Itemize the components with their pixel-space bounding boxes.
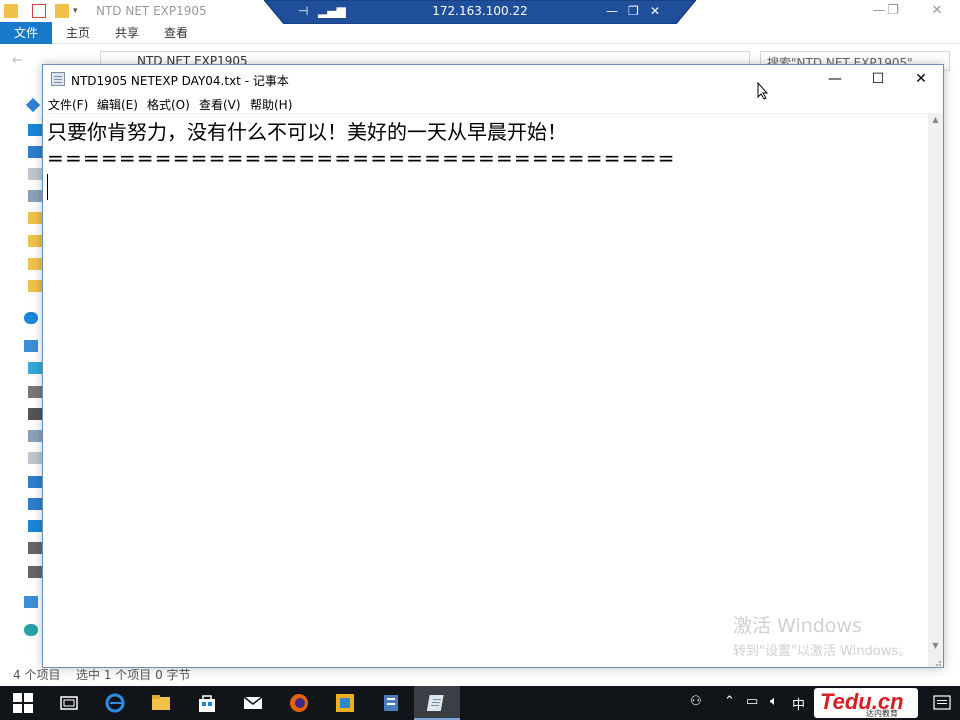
edge-browser-button[interactable]: [92, 686, 138, 720]
videos-icon[interactable]: [28, 386, 42, 398]
rdp-close-icon[interactable]: ✕: [650, 4, 660, 18]
new-folder-icon[interactable]: [55, 4, 69, 18]
watermark-line-1: 激活 Windows: [733, 615, 862, 637]
menu-format[interactable]: 格式(O): [147, 96, 190, 113]
network-icon[interactable]: ▭: [746, 694, 758, 709]
documents-icon[interactable]: [28, 452, 42, 464]
this-pc-icon[interactable]: [24, 340, 38, 352]
mail-icon: [243, 696, 263, 709]
menu-view[interactable]: 查看(V): [199, 96, 241, 113]
quick-access-star-icon[interactable]: [25, 97, 41, 113]
text-line-1: 只要你肯努力，没有什么不可以！美好的一天从早晨开始！: [47, 120, 567, 144]
mouse-pointer-icon: [757, 82, 769, 100]
onedrive-icon[interactable]: [24, 312, 38, 324]
notepad-taskbar-button[interactable]: [414, 686, 460, 720]
input-method-indicator[interactable]: 中: [792, 694, 805, 713]
folder-icon[interactable]: [28, 212, 42, 224]
ribbon-home-tab[interactable]: 主页: [66, 22, 90, 44]
notepad-titlebar[interactable]: NTD1905 NETEXP DAY04.txt - 记事本 — ☐ ✕: [43, 65, 943, 93]
explorer-ribbon: 文件 主页 共享 查看: [0, 22, 960, 44]
explorer-restore-button[interactable]: ❐: [876, 0, 910, 22]
downloads-icon[interactable]: [28, 476, 42, 488]
remote-desktop-bar[interactable]: ⊣ ▂▄▆ 172.163.100.22 — ❐ ✕: [264, 0, 696, 24]
notepad-window: NTD1905 NETEXP DAY04.txt - 记事本 — ☐ ✕ 文件(…: [42, 64, 944, 668]
menu-help[interactable]: 帮助(H): [250, 96, 292, 113]
activation-watermark: 激活 Windows 转到"设置"以激活 Windows。: [733, 611, 911, 659]
local-disk-icon[interactable]: [28, 542, 42, 554]
folder-icon: [152, 695, 170, 710]
windows-logo-icon: [13, 693, 33, 713]
edge-icon: [105, 693, 125, 713]
firefox-icon: [290, 694, 308, 712]
resize-grip-shape: [936, 661, 941, 666]
network-drive-icon[interactable]: [24, 596, 38, 608]
rdp-minimize-icon[interactable]: —: [606, 4, 618, 18]
3d-objects-icon[interactable]: [28, 362, 42, 374]
notepad-icon: [427, 695, 444, 711]
folder-icon[interactable]: [28, 235, 42, 247]
ribbon-share-tab[interactable]: 共享: [115, 22, 139, 44]
back-arrow-icon[interactable]: ←: [12, 53, 23, 68]
disk-drive-icon[interactable]: [28, 566, 42, 578]
minimize-button[interactable]: —: [813, 65, 857, 93]
scroll-up-arrow-icon[interactable]: ▲: [928, 113, 943, 127]
notepad-menubar: 文件(F) 编辑(E) 格式(O) 查看(V) 帮助(H): [43, 93, 943, 113]
close-button[interactable]: ✕: [899, 65, 943, 93]
scroll-down-arrow-icon[interactable]: ▼: [928, 639, 943, 653]
watermark-line-2: 转到"设置"以激活 Windows。: [733, 644, 912, 659]
properties-icon[interactable]: [32, 4, 46, 18]
remote-app-button[interactable]: [368, 686, 414, 720]
app-button[interactable]: [322, 686, 368, 720]
start-button[interactable]: [0, 686, 46, 720]
downloads-icon[interactable]: [28, 146, 42, 158]
desktop-icon[interactable]: [28, 520, 42, 532]
store-bag-icon: [199, 695, 215, 712]
text-line-2: ===================================: [47, 146, 676, 170]
music-icon[interactable]: [28, 498, 42, 510]
network-icon[interactable]: [24, 624, 38, 636]
folder-icon[interactable]: [28, 258, 42, 270]
selection-info: 选中 1 个项目 0 字节: [76, 668, 191, 682]
maximize-button[interactable]: ☐: [856, 65, 900, 93]
documents-icon[interactable]: [28, 430, 42, 442]
desktop-icon[interactable]: [28, 124, 42, 136]
text-editor-area[interactable]: 只要你肯努力，没有什么不可以！美好的一天从早晨开始！ =============…: [44, 113, 928, 667]
text-caret: [47, 174, 48, 200]
explorer-title: NTD NET EXP1905: [96, 4, 207, 18]
brand-subtitle: 达内教育: [866, 709, 898, 718]
item-count: 4 个项目: [13, 668, 61, 682]
navigation-pane: [0, 90, 44, 670]
notepad-app-icon[interactable]: [51, 72, 65, 86]
mail-button[interactable]: [230, 686, 276, 720]
menu-file[interactable]: 文件(F): [48, 96, 88, 113]
rdp-restore-icon[interactable]: ❐: [628, 4, 639, 18]
pictures-icon[interactable]: [28, 190, 42, 202]
task-view-icon: [60, 696, 78, 710]
volume-icon[interactable]: 🔈︎: [770, 694, 778, 709]
app-icon: [336, 694, 354, 712]
remote-tools-icon: [384, 695, 398, 711]
notification-button[interactable]: [922, 686, 960, 720]
folder-icon[interactable]: [28, 280, 42, 292]
quick-access-dropdown-icon[interactable]: ▾: [73, 6, 83, 16]
show-hidden-icons-icon[interactable]: ⌃: [724, 694, 735, 709]
ribbon-file-tab[interactable]: 文件: [0, 22, 52, 44]
task-view-button[interactable]: [46, 686, 92, 720]
action-center-icon: [933, 695, 951, 710]
ribbon-view-tab[interactable]: 查看: [164, 22, 188, 44]
documents-icon[interactable]: [28, 168, 42, 180]
tedu-brand-logo: Tedu.cn 达内教育: [814, 688, 918, 718]
people-icon[interactable]: ⚇: [690, 694, 702, 709]
resize-grip-icon[interactable]: [928, 653, 943, 667]
pictures-icon[interactable]: [28, 408, 42, 420]
firefox-button[interactable]: [276, 686, 322, 720]
explorer-close-button[interactable]: ✕: [920, 0, 954, 22]
folder-icon: [4, 4, 18, 18]
vertical-scrollbar[interactable]: ▲ ▼: [928, 113, 943, 667]
menu-edit[interactable]: 编辑(E): [97, 96, 138, 113]
store-button[interactable]: [184, 686, 230, 720]
notepad-title: NTD1905 NETEXP DAY04.txt - 记事本: [71, 74, 289, 88]
file-explorer-button[interactable]: [138, 686, 184, 720]
